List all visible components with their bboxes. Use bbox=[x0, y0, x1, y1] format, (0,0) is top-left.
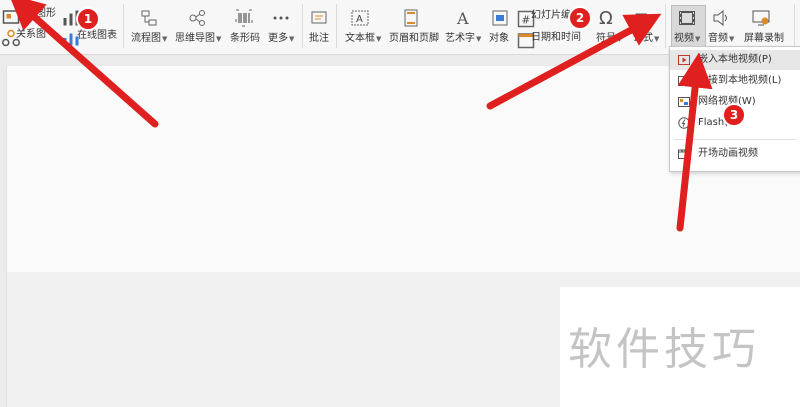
ribbon-separator bbox=[336, 4, 337, 48]
speaker-icon bbox=[712, 9, 730, 27]
comment-button[interactable]: 批注 bbox=[309, 33, 329, 45]
intro-video-icon bbox=[678, 148, 690, 160]
audio-button[interactable]: 音频▼ bbox=[708, 33, 734, 45]
svg-text:A: A bbox=[456, 9, 469, 27]
flowchart-label: 流程图 bbox=[131, 33, 161, 44]
menu-item-label: 开场动画视频 bbox=[698, 148, 758, 159]
annotation-badge-2: 2 bbox=[568, 6, 592, 30]
menu-item-label: 链接到本地视频(L) bbox=[698, 75, 782, 86]
screen-record-button[interactable]: 屏幕录制 bbox=[744, 33, 784, 45]
comment-icon bbox=[310, 9, 328, 27]
date-time-button[interactable]: 日期和时间 bbox=[531, 32, 581, 44]
symbol-label: 符号 bbox=[596, 33, 616, 44]
slide-number-icon: # bbox=[517, 10, 535, 28]
textbox-button[interactable]: 文本框▼ bbox=[345, 33, 381, 45]
pi-icon: π bbox=[634, 6, 652, 28]
more-button[interactable]: 更多▼ bbox=[268, 33, 294, 45]
textbox-icon: A bbox=[351, 9, 369, 27]
menu-item-link-local-video[interactable]: 链接到本地视频(L) bbox=[670, 71, 800, 91]
watermark-text: 软件技巧 bbox=[568, 324, 760, 375]
video-label-wrap: 视频▼ bbox=[674, 33, 701, 44]
svg-text:Ω: Ω bbox=[599, 8, 613, 26]
smart-graphic-icon bbox=[2, 8, 20, 24]
relation-graph-icon bbox=[2, 29, 20, 47]
svg-text:A: A bbox=[356, 14, 363, 25]
mindmap-icon bbox=[188, 9, 206, 27]
more-label: 更多 bbox=[268, 33, 288, 44]
online-chart-icon bbox=[62, 29, 79, 46]
ribbon-separator bbox=[302, 4, 303, 48]
art-text-label: 艺术字 bbox=[445, 33, 475, 44]
menu-separator bbox=[674, 139, 797, 140]
formula-label: 公式 bbox=[633, 33, 653, 44]
more-icon bbox=[272, 9, 290, 27]
annotation-badge-1: 1 bbox=[76, 7, 100, 31]
menu-item-label: 嵌入本地视频(P) bbox=[698, 54, 772, 65]
link-video-icon bbox=[678, 75, 690, 87]
barcode-label: 条形码 bbox=[230, 33, 260, 44]
ribbon-separator bbox=[123, 4, 124, 48]
flowchart-icon bbox=[140, 9, 158, 27]
online-chart-button[interactable]: 在线图表 bbox=[77, 30, 117, 42]
mindmap-button[interactable]: 思维导图▼ bbox=[175, 33, 221, 45]
relation-graph-button[interactable]: 关系图 bbox=[16, 29, 46, 41]
film-icon bbox=[678, 9, 696, 27]
header-footer-label: 页眉和页脚 bbox=[389, 33, 439, 44]
smart-graphic-label: 智能图形 bbox=[16, 8, 56, 19]
svg-text:#: # bbox=[522, 15, 531, 27]
chart-icon bbox=[62, 9, 79, 26]
formula-button[interactable]: 公式▼ bbox=[633, 33, 659, 45]
menu-item-intro-video[interactable]: 开场动画视频 bbox=[670, 144, 800, 164]
menu-item-embed-local-video[interactable]: 嵌入本地视频(P) bbox=[670, 50, 800, 70]
object-button[interactable]: 对象 bbox=[489, 33, 509, 45]
barcode-icon bbox=[235, 9, 253, 27]
flash-icon bbox=[678, 117, 690, 129]
art-text-button[interactable]: 艺术字▼ bbox=[445, 33, 481, 45]
screen-record-label: 屏幕录制 bbox=[744, 33, 784, 44]
annotation-badge-3: 3 bbox=[722, 103, 746, 127]
textbox-label: 文本框 bbox=[345, 33, 375, 44]
comment-label: 批注 bbox=[309, 33, 329, 44]
date-time-label: 日期和时间 bbox=[531, 32, 581, 43]
audio-label: 音频 bbox=[708, 33, 728, 44]
svg-text:π: π bbox=[635, 7, 648, 25]
online-chart-label: 在线图表 bbox=[77, 30, 117, 41]
ribbon-separator bbox=[794, 4, 795, 48]
mindmap-label: 思维导图 bbox=[175, 33, 215, 44]
art-text-icon: A bbox=[454, 9, 472, 28]
header-footer-button[interactable]: 页眉和页脚 bbox=[389, 33, 439, 45]
smart-graphic-button[interactable]: 智能图形 bbox=[16, 8, 56, 20]
barcode-button[interactable]: 条形码 bbox=[230, 33, 260, 45]
screen-record-icon bbox=[752, 9, 770, 27]
video-label: 视频 bbox=[674, 33, 694, 44]
ribbon-separator bbox=[665, 4, 666, 48]
object-icon bbox=[491, 9, 509, 27]
symbol-button[interactable]: 符号▼ bbox=[596, 33, 622, 45]
header-footer-icon bbox=[402, 9, 420, 27]
flowchart-button[interactable]: 流程图▼ bbox=[131, 33, 167, 45]
omega-icon: Ω bbox=[598, 8, 616, 29]
object-label: 对象 bbox=[489, 33, 509, 44]
embed-video-icon bbox=[678, 54, 690, 66]
web-video-icon bbox=[678, 96, 690, 108]
calendar-icon bbox=[517, 31, 535, 49]
relation-graph-label: 关系图 bbox=[16, 29, 46, 40]
